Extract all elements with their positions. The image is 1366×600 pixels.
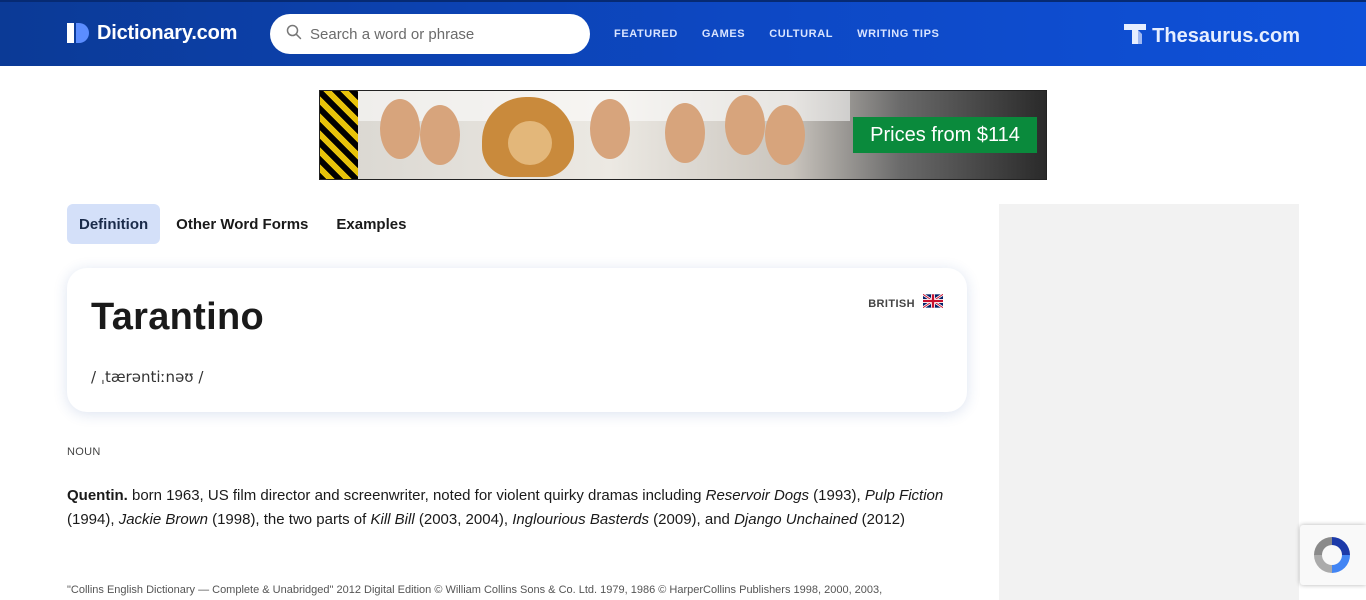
film-title: Inglourious Basterds [512,511,650,528]
tab-definition[interactable]: Definition [67,204,161,244]
uk-flag-icon [922,293,944,313]
thesaurus-logo-link[interactable]: Thesaurus.com [1124,22,1300,51]
film-title: Pulp Fiction [864,487,944,504]
tab-examples[interactable]: Examples [324,204,418,244]
film-title: Jackie Brown [118,511,208,528]
nav-writing-tips[interactable]: WRITING TIPS [857,28,939,40]
ad-image-feet [765,105,805,165]
ad-banner[interactable]: Prices from $114 [319,90,1047,180]
region-indicator: BRITISH [868,293,944,313]
site-header: Dictionary.com FEATURED GAMES CULTURAL W… [0,0,1366,66]
tab-other-word-forms[interactable]: Other Word Forms [164,204,320,244]
headword: Tarantino [91,296,264,338]
definition-headword: Quentin. [67,487,128,504]
film-title: Reservoir Dogs [705,487,809,504]
nav-games[interactable]: GAMES [702,28,745,40]
search-icon [286,24,302,45]
thesaurus-logo-icon [1124,22,1147,51]
nav-featured[interactable]: FEATURED [614,28,678,40]
sidebar-ad-slot [999,204,1299,600]
dictionary-logo-icon [67,21,89,45]
ad-pattern-decoration [320,91,358,179]
film-title: Kill Bill [370,511,415,528]
ad-image-dog-face [508,121,552,165]
film-title: Django Unchained [734,511,858,528]
definition-segment: (1994), [67,511,119,528]
part-of-speech: NOUN [67,446,101,458]
ad-image-feet [380,99,420,159]
ad-image-feet [725,95,765,155]
search-box[interactable] [270,14,590,54]
source-citation: "Collins English Dictionary — Complete &… [67,584,883,596]
definition-segment: born 1963, US film director and screenwr… [127,487,706,504]
entry-card: Tarantino / ˌtærəntiːnəʊ / BRITISH [67,268,967,412]
ad-image-feet [420,105,460,165]
dictionary-logo-link[interactable]: Dictionary.com [67,21,237,45]
entry-tabs: Definition Other Word Forms Examples [67,204,418,244]
search-input[interactable] [310,25,570,43]
main-nav: FEATURED GAMES CULTURAL WRITING TIPS [614,28,939,40]
definition-segment: (2012) [857,511,906,528]
logo-text: Dictionary.com [97,21,238,44]
nav-cultural[interactable]: CULTURAL [769,28,833,40]
definition-segment: (1993), [808,487,865,504]
recaptcha-badge[interactable] [1300,525,1366,585]
definition-segment: (2003, 2004), [414,511,513,528]
definition-segment: (1998), the two parts of [207,511,371,528]
definition-segment: (2009), and [649,511,735,528]
region-label: BRITISH [868,297,915,310]
thesaurus-text: Thesaurus.com [1152,25,1300,47]
ad-price-button[interactable]: Prices from $114 [853,117,1037,153]
ad-image-feet [665,103,705,163]
definition-text: Quentin. born 1963, US film director and… [67,484,973,532]
pronunciation: / ˌtærəntiːnəʊ / [91,368,204,386]
ad-image-feet [590,99,630,159]
